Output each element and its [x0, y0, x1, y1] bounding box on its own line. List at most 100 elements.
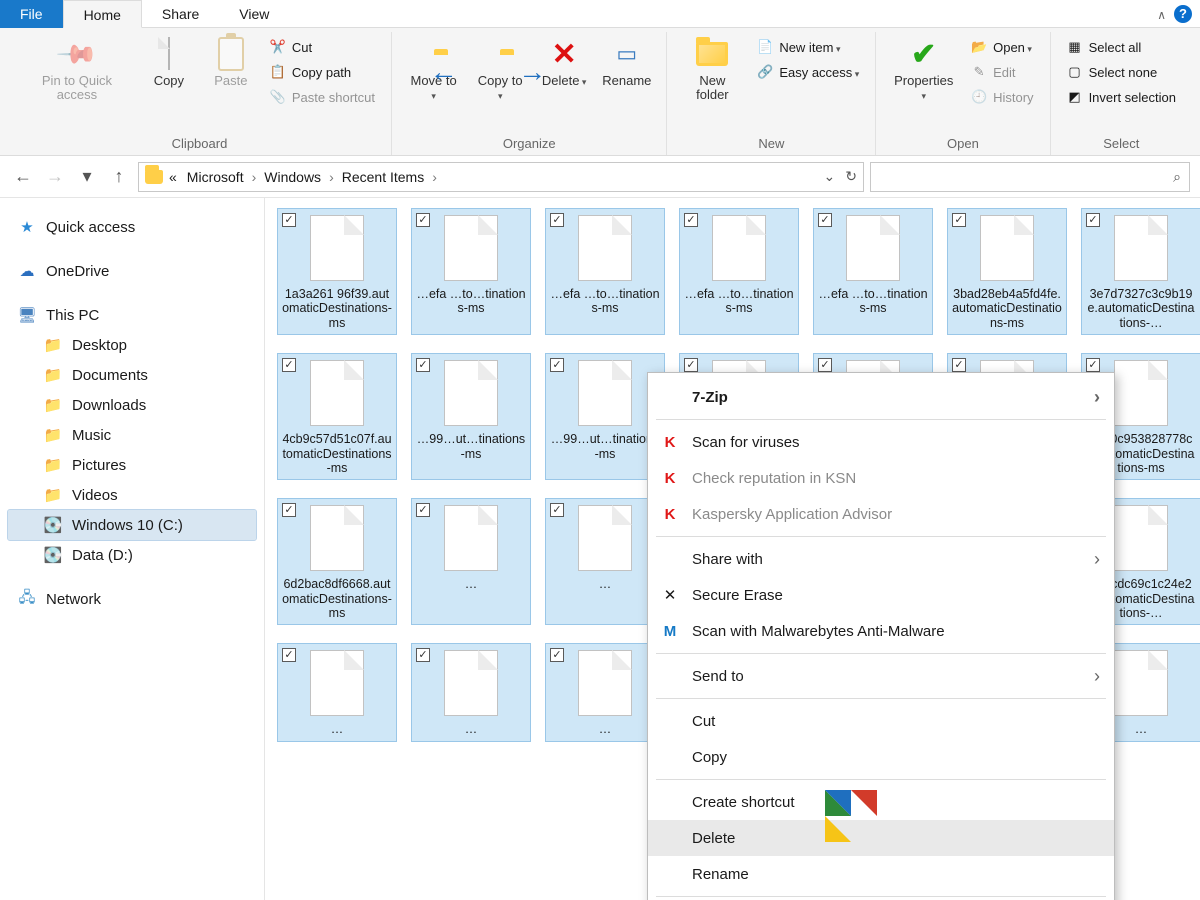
pin-to-quick-access-button[interactable]: 📌 Pin to Quick access — [18, 32, 136, 134]
ctx-kaspersky-advisor[interactable]: KKaspersky Application Advisor — [648, 496, 1114, 532]
copy-path-button[interactable]: 📋Copy path — [264, 61, 381, 83]
new-item-button[interactable]: 📄New item — [751, 36, 865, 58]
file-tile[interactable]: ✓3bad28eb4a5fd4fe.automaticDestinations-… — [947, 208, 1067, 335]
properties-button[interactable]: ✔ Properties — [886, 32, 961, 134]
search-input[interactable]: ⌕ — [870, 162, 1190, 192]
checkbox-icon[interactable]: ✓ — [684, 213, 698, 227]
tab-view[interactable]: View — [219, 0, 289, 28]
ctx-cut[interactable]: Cut — [648, 703, 1114, 739]
chevron-right-icon[interactable]: › — [250, 169, 259, 185]
checkbox-icon[interactable]: ✓ — [1086, 213, 1100, 227]
breadcrumb-windows[interactable]: Windows — [260, 169, 325, 185]
open-button[interactable]: 📂Open — [965, 36, 1039, 58]
checkbox-icon[interactable]: ✓ — [550, 503, 564, 517]
file-grid[interactable]: ✓1a3a261 96f39.automaticDestinations-ms✓… — [265, 198, 1200, 900]
checkbox-icon[interactable]: ✓ — [550, 213, 564, 227]
file-tile[interactable]: ✓… — [411, 498, 531, 625]
ctx-rename[interactable]: Rename — [648, 856, 1114, 892]
paste-button[interactable]: Paste — [202, 32, 260, 134]
ctx-malwarebytes[interactable]: MScan with Malwarebytes Anti-Malware — [648, 613, 1114, 649]
checkbox-icon[interactable]: ✓ — [282, 213, 296, 227]
checkbox-icon[interactable]: ✓ — [282, 358, 296, 372]
file-tile[interactable]: ✓6d2bac8df6668.automaticDestinations-ms — [277, 498, 397, 625]
file-tile[interactable]: ✓…99…ut…tinations-ms — [411, 353, 531, 480]
breadcrumb-recent-items[interactable]: Recent Items — [338, 169, 428, 185]
nav-drive-c[interactable]: 💽Windows 10 (C:) — [8, 510, 256, 540]
nav-desktop[interactable]: 📁Desktop — [8, 330, 256, 360]
checkbox-icon[interactable]: ✓ — [818, 213, 832, 227]
rename-button[interactable]: ▭ Rename — [597, 32, 656, 134]
ribbon: 📌 Pin to Quick access Copy Paste ✂️Cut 📋… — [0, 28, 1200, 156]
ctx-share-with[interactable]: Share with› — [648, 541, 1114, 577]
checkbox-icon[interactable]: ✓ — [416, 213, 430, 227]
up-button[interactable]: ↑ — [106, 164, 132, 190]
minimize-ribbon-icon[interactable] — [1157, 6, 1166, 22]
tab-file[interactable]: File — [0, 0, 63, 28]
file-tile[interactable]: ✓… — [277, 643, 397, 741]
checkbox-icon[interactable]: ✓ — [1086, 358, 1100, 372]
ctx-copy[interactable]: Copy — [648, 739, 1114, 775]
ctx-delete[interactable]: Delete — [648, 820, 1114, 856]
checkbox-icon[interactable]: ✓ — [684, 358, 698, 372]
copy-to-button[interactable]: → Copy to — [469, 32, 531, 134]
tab-share[interactable]: Share — [142, 0, 219, 28]
history-button[interactable]: 🕘History — [965, 86, 1039, 108]
cut-button[interactable]: ✂️Cut — [264, 36, 381, 58]
nav-videos[interactable]: 📁Videos — [8, 480, 256, 510]
invert-selection-button[interactable]: ◩Invert selection — [1061, 86, 1182, 108]
checkbox-icon[interactable]: ✓ — [416, 648, 430, 662]
nav-network[interactable]: 🖧Network — [8, 584, 256, 614]
file-tile[interactable]: ✓… — [411, 643, 531, 741]
nav-documents[interactable]: 📁Documents — [8, 360, 256, 390]
move-to-button[interactable]: ← Move to — [402, 32, 465, 134]
select-none-button[interactable]: ▢Select none — [1061, 61, 1182, 83]
checkbox-icon[interactable]: ✓ — [818, 358, 832, 372]
address-dropdown-icon[interactable]: ⌄ — [824, 168, 836, 185]
copy-button[interactable]: Copy — [140, 32, 198, 134]
nav-pictures[interactable]: 📁Pictures — [8, 450, 256, 480]
chevron-right-icon[interactable]: › — [327, 169, 336, 185]
checkbox-icon[interactable]: ✓ — [416, 503, 430, 517]
address-bar[interactable]: « Microsoft › Windows › Recent Items › ⌄… — [138, 162, 864, 192]
ctx-scan-viruses[interactable]: KScan for viruses — [648, 424, 1114, 460]
checkbox-icon[interactable]: ✓ — [416, 358, 430, 372]
forward-button[interactable]: → — [42, 164, 68, 190]
file-tile[interactable]: ✓3e7d7327c3c9b19e.automaticDestinations-… — [1081, 208, 1200, 335]
easy-access-button[interactable]: 🔗Easy access — [751, 61, 865, 83]
checkbox-icon[interactable]: ✓ — [952, 213, 966, 227]
file-tile[interactable]: ✓1a3a261 96f39.automaticDestinations-ms — [277, 208, 397, 335]
help-icon[interactable]: ? — [1174, 5, 1192, 23]
checkbox-icon[interactable]: ✓ — [282, 648, 296, 662]
new-folder-button[interactable]: New folder — [677, 32, 747, 134]
file-tile[interactable]: ✓4cb9c57d51c07f.automaticDestinations-ms — [277, 353, 397, 480]
ctx-check-reputation[interactable]: KCheck reputation in KSN — [648, 460, 1114, 496]
nav-downloads[interactable]: 📁Downloads — [8, 390, 256, 420]
edit-button[interactable]: ✎Edit — [965, 61, 1039, 83]
ctx-send-to[interactable]: Send to› — [648, 658, 1114, 694]
recent-locations-button[interactable]: ▾ — [74, 164, 100, 190]
file-icon — [310, 360, 364, 426]
tab-home[interactable]: Home — [63, 0, 142, 28]
ctx-secure-erase[interactable]: ✕Secure Erase — [648, 577, 1114, 613]
refresh-icon[interactable]: ↻ — [845, 168, 857, 185]
checkbox-icon[interactable]: ✓ — [550, 648, 564, 662]
ctx-create-shortcut[interactable]: Create shortcut — [648, 784, 1114, 820]
nav-onedrive[interactable]: ☁OneDrive — [8, 256, 256, 286]
file-tile[interactable]: ✓…efa …to…tinations-ms — [545, 208, 665, 335]
nav-music[interactable]: 📁Music — [8, 420, 256, 450]
file-tile[interactable]: ✓…efa …to…tinations-ms — [411, 208, 531, 335]
chevron-right-icon[interactable]: › — [430, 169, 439, 185]
checkbox-icon[interactable]: ✓ — [952, 358, 966, 372]
nav-drive-d[interactable]: 💽Data (D:) — [8, 540, 256, 570]
nav-quick-access[interactable]: ★Quick access — [8, 212, 256, 242]
checkbox-icon[interactable]: ✓ — [282, 503, 296, 517]
breadcrumb-microsoft[interactable]: Microsoft — [183, 169, 248, 185]
checkbox-icon[interactable]: ✓ — [550, 358, 564, 372]
file-tile[interactable]: ✓…efa …to…tinations-ms — [813, 208, 933, 335]
nav-this-pc[interactable]: 🖥This PC — [8, 300, 256, 330]
select-all-button[interactable]: ▦Select all — [1061, 36, 1182, 58]
paste-shortcut-button[interactable]: 📎Paste shortcut — [264, 86, 381, 108]
file-tile[interactable]: ✓…efa …to…tinations-ms — [679, 208, 799, 335]
back-button[interactable]: ← — [10, 164, 36, 190]
ctx-7zip[interactable]: 7-Zip› — [648, 379, 1114, 415]
